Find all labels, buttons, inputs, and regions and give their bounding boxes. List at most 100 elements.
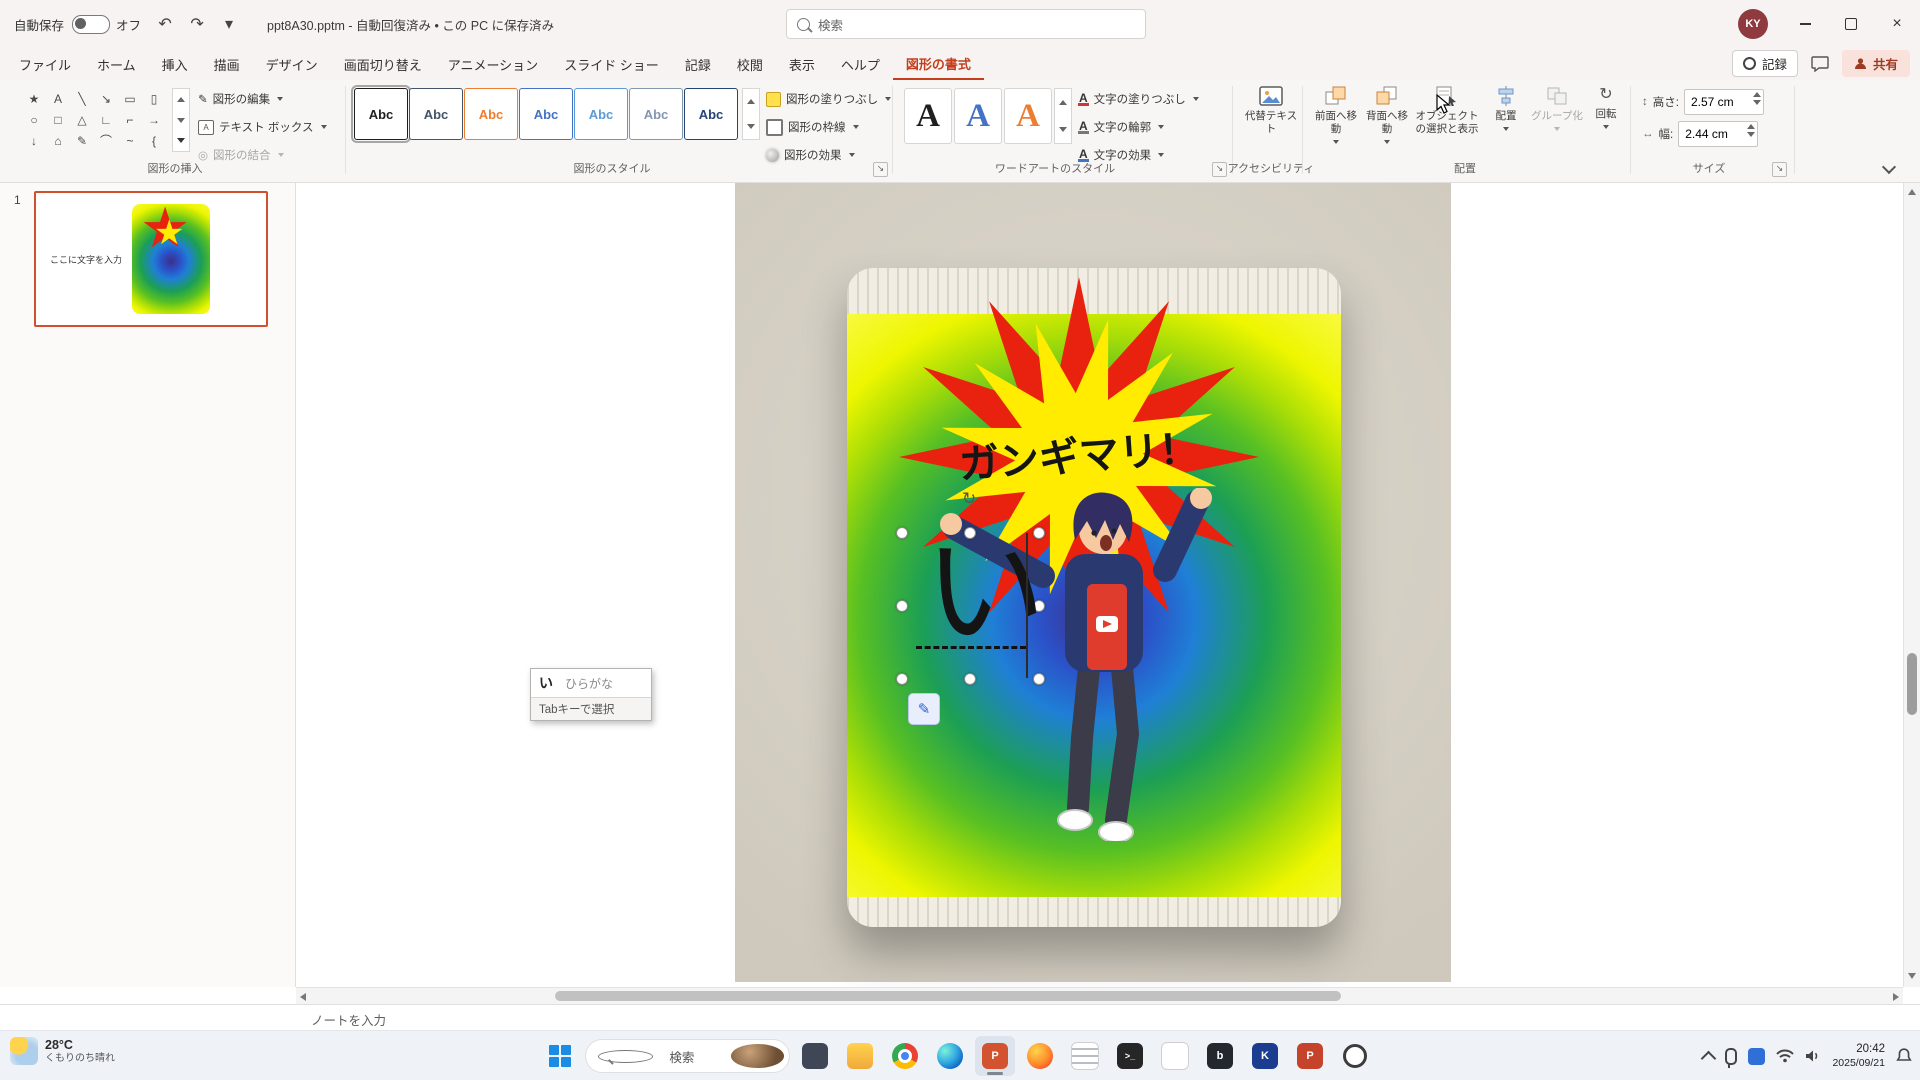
taskbar-widgets-icon[interactable]	[795, 1036, 835, 1076]
slide-canvas[interactable]: ガンギマリ！ ↻ い い ひらがな Tabキーで選択 ✎	[296, 183, 1903, 987]
taskbar-presentation-app-icon[interactable]: P	[1290, 1036, 1330, 1076]
shape-style-2[interactable]: Abc	[409, 88, 463, 140]
tab-insert[interactable]: 挿入	[149, 48, 201, 80]
taskbar-chrome-icon[interactable]	[885, 1036, 925, 1076]
height-down-icon[interactable]	[1752, 100, 1761, 105]
shape-style-6[interactable]: Abc	[629, 88, 683, 140]
send-backward-button[interactable]: 背面へ移動	[1363, 86, 1411, 164]
shape-freeform-icon[interactable]: ✎	[70, 130, 94, 151]
tray-chevron-up-icon[interactable]	[1701, 1050, 1717, 1066]
taskbar-search[interactable]: 検索	[585, 1039, 790, 1073]
wordart-launcher[interactable]: ↘	[1212, 162, 1227, 177]
shape-elbow-icon[interactable]: ∟	[94, 109, 118, 130]
shape-style-4[interactable]: Abc	[519, 88, 573, 140]
height-up-icon[interactable]	[1752, 92, 1761, 97]
share-button[interactable]: 共有	[1841, 50, 1910, 77]
shape-style-7[interactable]: Abc	[684, 88, 738, 140]
shape-line-icon[interactable]: ╲	[70, 88, 94, 109]
shape-pentagon-icon[interactable]: ⌂	[46, 130, 70, 151]
shape-curve-icon[interactable]: ~	[118, 130, 142, 151]
tab-record[interactable]: 記録	[672, 48, 724, 80]
wordart-style-1[interactable]: A	[904, 88, 952, 144]
width-down-icon[interactable]	[1747, 132, 1756, 137]
selection-handle-nw[interactable]	[896, 527, 908, 539]
minimize-button[interactable]	[1782, 0, 1828, 48]
tray-app-icon[interactable]	[1748, 1047, 1766, 1065]
width-up-icon[interactable]	[1747, 124, 1756, 129]
shapes-gallery-scroll[interactable]	[172, 88, 190, 152]
tab-design[interactable]: デザイン	[253, 48, 331, 80]
tray-clock[interactable]: 20:42 2025/09/21	[1832, 1042, 1885, 1071]
vertical-scroll-thumb[interactable]	[1907, 653, 1917, 715]
shape-style-3[interactable]: Abc	[464, 88, 518, 140]
tray-microphone-icon[interactable]	[1725, 1047, 1738, 1068]
rotate-button[interactable]: ↻ 回転	[1586, 86, 1626, 164]
group-button[interactable]: グループ化	[1531, 86, 1583, 164]
shape-brace-icon[interactable]: {	[142, 130, 166, 151]
undo-icon[interactable]: ↶	[150, 9, 180, 39]
rotate-handle[interactable]: ↻	[962, 489, 976, 509]
shape-textbox-icon[interactable]: A	[46, 88, 70, 109]
volume-icon[interactable]	[1805, 1049, 1821, 1063]
shape-rectangle-icon[interactable]: ▭	[118, 88, 142, 109]
close-button[interactable]: ×	[1874, 0, 1920, 48]
package-photo[interactable]: ガンギマリ！	[735, 183, 1451, 982]
selection-handle-s[interactable]	[964, 673, 976, 685]
shape-style-1[interactable]: Abc	[351, 85, 411, 143]
wordart-style-2[interactable]: A	[954, 88, 1002, 144]
tab-transitions[interactable]: 画面切り替え	[331, 48, 435, 80]
text-box-button[interactable]: A テキスト ボックス	[198, 116, 327, 138]
alt-text-button[interactable]: 代替テキスト	[1244, 86, 1298, 164]
shape-outline-button[interactable]: 図形の枠線	[766, 116, 859, 138]
notification-bell-icon[interactable]	[1896, 1048, 1912, 1064]
width-input[interactable]	[1679, 122, 1744, 146]
quick-access-dropdown-icon[interactable]: ▾	[214, 9, 244, 39]
taskbar-edge-icon[interactable]	[930, 1036, 970, 1076]
taskbar-white-app-icon[interactable]	[1155, 1036, 1195, 1076]
maximize-button[interactable]	[1828, 0, 1874, 48]
scroll-left-icon[interactable]	[300, 993, 306, 1001]
collapse-ribbon-icon[interactable]	[1881, 159, 1897, 175]
horizontal-scroll-thumb[interactable]	[555, 991, 1341, 1001]
height-field[interactable]	[1683, 89, 1764, 115]
wordart-style-3[interactable]: A	[1004, 88, 1052, 144]
weather-widget[interactable]: 28°C くもりのち晴れ	[10, 1037, 115, 1065]
tab-review[interactable]: 校閲	[724, 48, 776, 80]
align-button[interactable]: 配置	[1484, 86, 1528, 164]
autosave-toggle[interactable]	[72, 14, 111, 34]
comments-button[interactable]	[1806, 52, 1834, 76]
tab-animations[interactable]: アニメーション	[435, 48, 551, 80]
redo-icon[interactable]: ↷	[182, 9, 212, 39]
shape-arc-icon[interactable]: ⌒	[94, 130, 118, 151]
taskbar-notepad-icon[interactable]	[1065, 1036, 1105, 1076]
shape-right-arrow-icon[interactable]: →	[142, 109, 166, 130]
text-outline-button[interactable]: A 文字の輪郭	[1078, 116, 1165, 138]
avatar[interactable]: KY	[1738, 9, 1768, 39]
vertical-scrollbar[interactable]	[1903, 183, 1920, 987]
tab-help[interactable]: ヘルプ	[828, 48, 893, 80]
shape-connector-icon[interactable]: ⌐	[118, 109, 142, 130]
height-input[interactable]	[1684, 90, 1749, 114]
shape-explosion-icon[interactable]: ★	[22, 88, 46, 109]
shape-styles-launcher[interactable]: ↘	[873, 162, 888, 177]
tab-slideshow[interactable]: スライド ショー	[551, 48, 672, 80]
shape-frame-icon[interactable]: ▯	[142, 88, 166, 109]
slide-thumbnail[interactable]: ここに文字を入力 ★ ★	[34, 191, 268, 327]
shape-triangle-icon[interactable]: △	[70, 109, 94, 130]
ime-candidate-row[interactable]: いひらがな	[531, 669, 651, 697]
taskbar-powerpoint-icon[interactable]: P	[975, 1036, 1015, 1076]
horizontal-scrollbar[interactable]	[296, 987, 1903, 1004]
shape-fill-button[interactable]: 図形の塗りつぶし	[766, 88, 892, 110]
notes-bar[interactable]: ノートを入力	[0, 1004, 1920, 1030]
scroll-up-icon[interactable]	[1908, 189, 1916, 195]
taskbar-dark-app-icon[interactable]: b	[1200, 1036, 1240, 1076]
tab-file[interactable]: ファイル	[6, 48, 84, 80]
edit-shape-button[interactable]: ✎ 図形の編集	[198, 88, 284, 110]
tab-draw[interactable]: 描画	[201, 48, 253, 80]
taskbar-firefox-icon[interactable]	[1020, 1036, 1060, 1076]
tab-home[interactable]: ホーム	[84, 48, 149, 80]
taskbar-file-explorer-icon[interactable]	[840, 1036, 880, 1076]
start-button[interactable]	[540, 1036, 580, 1076]
selection-handle-sw[interactable]	[896, 673, 908, 685]
bring-forward-button[interactable]: 前面へ移動	[1312, 86, 1360, 164]
